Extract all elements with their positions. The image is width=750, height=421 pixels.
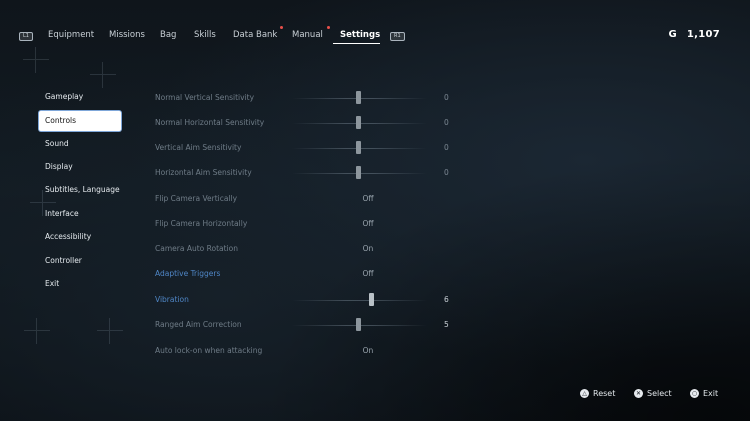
horizontal-aim-sensitivity-value: 0 [444, 168, 449, 177]
adaptive-triggers-option[interactable]: Off [356, 268, 380, 280]
vertical-aim-sensitivity-value: 0 [444, 143, 449, 152]
exit-hint-label: Exit [703, 389, 719, 398]
sidebar-item-controller[interactable]: Controller [39, 251, 121, 271]
decorative-crosshair [97, 318, 123, 344]
flip-camera-vertically-option[interactable]: Off [356, 193, 380, 205]
cross-button-icon: ✕ [634, 389, 643, 398]
tab-data-bank[interactable]: Data Bank [233, 29, 277, 41]
sidebar-item-subtitles-language[interactable]: Subtitles, Language [39, 180, 121, 200]
data-bank-notification-dot [280, 26, 283, 29]
sidebar-item-sound[interactable]: Sound [39, 134, 121, 154]
select-hint-label: Select [647, 389, 672, 398]
normal-horizontal-sensitivity-slider-knob[interactable] [356, 116, 361, 129]
ranged-aim-correction-slider-knob[interactable] [356, 318, 361, 331]
active-tab-underline [333, 43, 380, 44]
sidebar-item-gameplay[interactable]: Gameplay [39, 87, 121, 107]
ranged-aim-correction-value: 5 [444, 320, 449, 329]
normal-horizontal-sensitivity-value: 0 [444, 118, 449, 127]
setting-label-ranged-aim-correction: Ranged Aim Correction [155, 320, 242, 329]
tab-equipment[interactable]: Equipment [48, 29, 94, 41]
top-tab-bar: L1 Equipment Missions Bag Skills Data Ba… [0, 0, 750, 52]
currency-display: G 1,107 [669, 29, 720, 40]
currency-amount: 1,107 [686, 29, 720, 40]
decorative-crosshair [24, 318, 50, 344]
tab-missions[interactable]: Missions [109, 29, 145, 41]
setting-label-camera-auto-rotation: Camera Auto Rotation [155, 244, 238, 253]
setting-label-normal-vertical-sensitivity: Normal Vertical Sensitivity [155, 93, 255, 102]
setting-label-vibration: Vibration [155, 295, 189, 304]
setting-label-flip-camera-horizontally: Flip Camera Horizontally [155, 219, 248, 228]
exit-hint[interactable]: ○ Exit [690, 388, 718, 399]
tab-manual[interactable]: Manual [292, 29, 323, 41]
tab-settings[interactable]: Settings [340, 29, 380, 41]
tab-bag[interactable]: Bag [160, 29, 176, 41]
decorative-crosshair [90, 62, 116, 88]
vibration-slider-knob[interactable] [369, 293, 374, 306]
manual-notification-dot [327, 26, 330, 29]
setting-label-adaptive-triggers: Adaptive Triggers [155, 269, 221, 278]
sidebar-item-display[interactable]: Display [39, 157, 121, 177]
sidebar-item-accessibility[interactable]: Accessibility [39, 227, 121, 247]
vibration-value: 6 [444, 295, 449, 304]
setting-label-flip-camera-vertically: Flip Camera Vertically [155, 194, 238, 203]
vibration-slider-track[interactable] [292, 300, 427, 301]
setting-label-horizontal-aim-sensitivity: Horizontal Aim Sensitivity [155, 168, 252, 177]
r1-button-icon[interactable]: R1 [390, 32, 405, 41]
setting-label-auto-lock-on: Auto lock-on when attacking [155, 346, 263, 355]
sidebar-item-interface[interactable]: Interface [39, 204, 121, 224]
sidebar-item-exit[interactable]: Exit [39, 274, 121, 294]
camera-auto-rotation-option[interactable]: On [356, 243, 380, 255]
reset-hint[interactable]: △ Reset [580, 388, 615, 399]
triangle-button-icon: △ [580, 389, 589, 398]
sidebar-item-controls[interactable]: Controls [39, 111, 121, 131]
horizontal-aim-sensitivity-slider-knob[interactable] [356, 166, 361, 179]
normal-vertical-sensitivity-slider-knob[interactable] [356, 91, 361, 104]
auto-lock-on-option[interactable]: On [356, 345, 380, 357]
setting-label-vertical-aim-sensitivity: Vertical Aim Sensitivity [155, 143, 242, 152]
flip-camera-horizontally-option[interactable]: Off [356, 218, 380, 230]
circle-button-icon: ○ [690, 389, 699, 398]
reset-hint-label: Reset [593, 389, 616, 398]
tab-skills[interactable]: Skills [194, 29, 216, 41]
setting-label-normal-horizontal-sensitivity: Normal Horizontal Sensitivity [155, 118, 265, 127]
l1-button-icon[interactable]: L1 [19, 32, 33, 41]
select-hint[interactable]: ✕ Select [634, 388, 672, 399]
vertical-aim-sensitivity-slider-knob[interactable] [356, 141, 361, 154]
normal-vertical-sensitivity-value: 0 [444, 93, 449, 102]
currency-g-icon: G [668, 29, 678, 40]
